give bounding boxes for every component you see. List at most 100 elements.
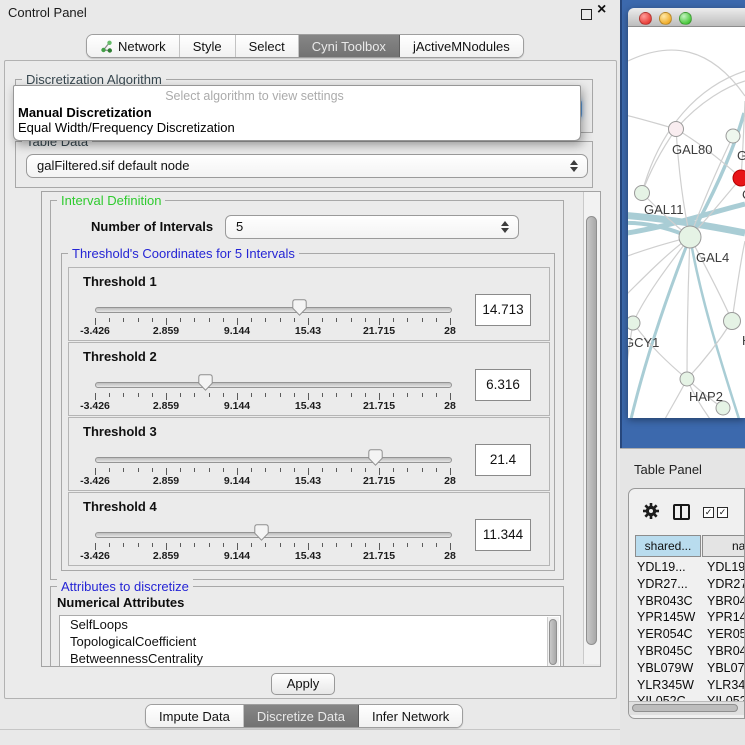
popup-item-manual-discretization[interactable]: Manual Discretization bbox=[18, 105, 152, 120]
minor-tick bbox=[138, 318, 139, 322]
number-of-intervals-combo[interactable]: 5 bbox=[225, 215, 519, 239]
minor-tick bbox=[322, 318, 323, 322]
minor-tick bbox=[251, 468, 252, 472]
table-cell[interactable]: YLR345W bbox=[637, 678, 694, 692]
network-node-gal4[interactable] bbox=[679, 226, 701, 248]
table-cell[interactable]: YER054C bbox=[637, 627, 693, 641]
table-cell[interactable]: YBL079W bbox=[707, 661, 745, 675]
minor-tick bbox=[393, 543, 394, 547]
zoom-traffic-light-icon[interactable] bbox=[679, 12, 692, 25]
float-window-icon[interactable] bbox=[581, 9, 592, 20]
network-node-gal80[interactable] bbox=[669, 122, 684, 137]
attributes-scrollbar[interactable] bbox=[547, 617, 559, 667]
close-traffic-light-icon[interactable] bbox=[639, 12, 652, 25]
threshold-value-field[interactable]: 6.316 bbox=[475, 369, 531, 401]
network-node-c[interactable] bbox=[733, 170, 745, 186]
table-cell[interactable]: YPR145W bbox=[637, 610, 695, 624]
popup-item-equal-width-frequency[interactable]: Equal Width/Frequency Discretization bbox=[18, 120, 235, 135]
threshold-value-field[interactable]: 21.4 bbox=[475, 444, 531, 476]
horizontal-scrollbar[interactable] bbox=[629, 701, 744, 715]
table-cell[interactable]: YDL19... bbox=[707, 560, 745, 574]
table-cell[interactable]: YER054C bbox=[707, 627, 745, 641]
minor-tick bbox=[393, 318, 394, 322]
table-cell[interactable]: YBL079W bbox=[637, 661, 693, 675]
slider-track[interactable] bbox=[95, 457, 452, 463]
slider-track[interactable] bbox=[95, 382, 452, 388]
tab-style[interactable]: Style bbox=[180, 35, 236, 57]
viewport-scrollbar[interactable] bbox=[583, 192, 600, 664]
minor-tick bbox=[436, 468, 437, 472]
threshold-1-box: Threshold 1-3.4262.8599.14415.4321.71528… bbox=[68, 267, 550, 341]
minor-tick bbox=[336, 468, 337, 472]
slider-handle[interactable] bbox=[368, 449, 383, 466]
major-tick bbox=[450, 393, 451, 400]
major-tick bbox=[166, 318, 167, 325]
attributes-scrollbar-thumb[interactable] bbox=[549, 619, 557, 665]
network-node-gcy1[interactable] bbox=[628, 316, 640, 330]
checkbox-icon[interactable]: ✓ bbox=[703, 507, 714, 518]
attributes-group: Attributes to discretize Numerical Attri… bbox=[50, 586, 564, 667]
app-root: Control Panel × NetworkStyleSelectCyni T… bbox=[0, 0, 745, 745]
attribute-item[interactable]: SelfLoops bbox=[60, 616, 560, 633]
table-cell[interactable]: YLR345W bbox=[707, 678, 745, 692]
column-header-name[interactable]: name bbox=[702, 535, 745, 557]
table-cell[interactable]: YPR145W bbox=[707, 610, 745, 624]
threshold-value-field[interactable]: 14.713 bbox=[475, 294, 531, 326]
table-data-combo[interactable]: galFiltered.sif default node bbox=[26, 154, 588, 178]
network-graph[interactable]: GAL80GCGAL11GAL4GCY1HHAP2 bbox=[628, 27, 745, 418]
slider-handle[interactable] bbox=[292, 299, 307, 316]
tab-impute-data[interactable]: Impute Data bbox=[146, 705, 244, 727]
threshold-label: Threshold 1 bbox=[83, 274, 157, 289]
slider-track[interactable] bbox=[95, 532, 452, 538]
attribute-item[interactable]: BetweennessCentrality bbox=[60, 650, 560, 667]
table-cell[interactable]: YBR043C bbox=[637, 594, 693, 608]
columns-icon[interactable] bbox=[673, 504, 690, 520]
tick-label: 9.144 bbox=[209, 550, 265, 562]
numerical-attributes-list[interactable]: SelfLoopsTopologicalCoefficientBetweenne… bbox=[59, 615, 561, 667]
minimize-traffic-light-icon[interactable] bbox=[659, 12, 672, 25]
table-cell[interactable]: YDL19... bbox=[637, 560, 686, 574]
attribute-item[interactable]: TopologicalCoefficient bbox=[60, 633, 560, 650]
close-icon[interactable]: × bbox=[597, 1, 606, 19]
major-tick bbox=[450, 543, 451, 550]
minor-tick bbox=[294, 543, 295, 547]
column-header-shared-name[interactable]: shared... bbox=[635, 535, 701, 557]
major-tick bbox=[379, 318, 380, 325]
network-node-g[interactable] bbox=[726, 129, 740, 143]
gear-icon[interactable] bbox=[642, 502, 660, 520]
checkbox-icon[interactable]: ✓ bbox=[717, 507, 728, 518]
tab-jactivemnodules[interactable]: jActiveMNodules bbox=[400, 35, 523, 57]
minor-tick bbox=[422, 393, 423, 397]
threshold-2-box: Threshold 2-3.4262.8599.14415.4321.71528… bbox=[68, 342, 550, 416]
table-cell[interactable]: YBR043C bbox=[707, 594, 745, 608]
tab-cyni-toolbox[interactable]: Cyni Toolbox bbox=[299, 35, 400, 57]
minor-tick bbox=[294, 318, 295, 322]
table-cell[interactable]: YBR045C bbox=[707, 644, 745, 658]
bottom-tab-bar: Impute DataDiscretize DataInfer Network bbox=[145, 704, 463, 728]
slider-track[interactable] bbox=[95, 307, 452, 313]
horizontal-scrollbar-thumb[interactable] bbox=[632, 704, 738, 712]
table-cell[interactable]: YDR27... bbox=[707, 577, 745, 591]
major-tick bbox=[237, 468, 238, 475]
viewport-scrollbar-thumb[interactable] bbox=[586, 216, 597, 645]
minor-tick bbox=[194, 318, 195, 322]
tab-infer-network[interactable]: Infer Network bbox=[359, 705, 462, 727]
minor-tick bbox=[209, 543, 210, 547]
network-node-hap2[interactable] bbox=[680, 372, 694, 386]
network-node-h[interactable] bbox=[724, 313, 741, 330]
network-edge bbox=[642, 129, 676, 193]
tab-discretize-data[interactable]: Discretize Data bbox=[244, 705, 359, 727]
network-canvas[interactable]: GAL80GCGAL11GAL4GCY1HHAP2 bbox=[628, 27, 745, 418]
network-window-titlebar[interactable] bbox=[628, 8, 745, 27]
network-node-gal11[interactable] bbox=[635, 186, 650, 201]
threshold-value-field[interactable]: 11.344 bbox=[475, 519, 531, 551]
slider-handle[interactable] bbox=[254, 524, 269, 541]
major-tick bbox=[308, 543, 309, 550]
tab-network[interactable]: Network bbox=[87, 35, 180, 57]
apply-button[interactable]: Apply bbox=[271, 673, 335, 695]
minor-tick bbox=[436, 318, 437, 322]
table-cell[interactable]: YBR045C bbox=[637, 644, 693, 658]
tab-select[interactable]: Select bbox=[236, 35, 299, 57]
table-cell[interactable]: YDR27... bbox=[637, 577, 688, 591]
slider-handle[interactable] bbox=[198, 374, 213, 391]
